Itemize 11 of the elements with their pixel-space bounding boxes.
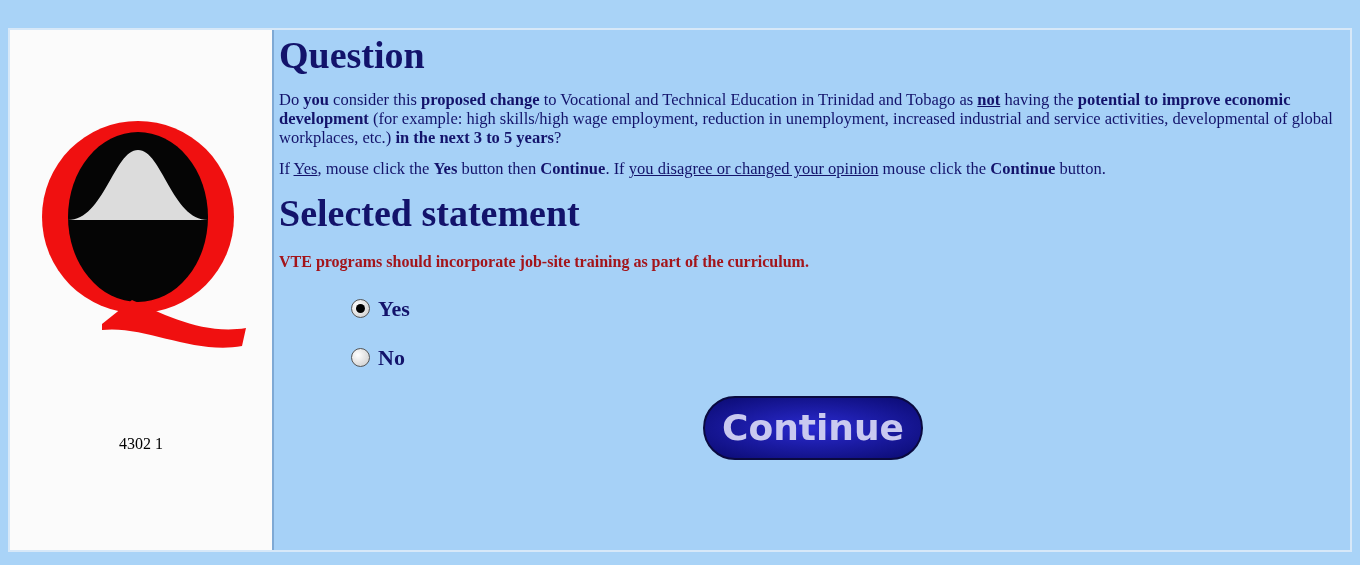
radio-option[interactable]: No xyxy=(351,341,405,374)
selected-statement: VTE programs should incorporate job-site training as part of the curriculum. xyxy=(279,252,810,273)
question-paragraph: If Yes, mouse click the Yes button then Continue. If you disagree or changed your opinion mouse click the Continue button. xyxy=(279,159,1107,178)
radio-option[interactable]: Yes xyxy=(351,292,410,325)
radio-button[interactable] xyxy=(351,348,370,367)
statement-heading: Selected statement xyxy=(279,191,581,236)
continue-button[interactable]: Continue xyxy=(703,396,923,460)
question-paragraph: Do you consider this proposed change to Vocational and Technical Education in Trinidad and Tobago as not having the potential to improve economic development (for example: high skills/high wage employment, reduction in unemployment, increased industrial and service activities, developmental of global workplaces, etc.) in the next 3 to 5 years? xyxy=(279,90,1334,147)
code-label: 4302 1 xyxy=(119,434,163,454)
question-heading: Question xyxy=(279,33,426,78)
radio-button[interactable] xyxy=(351,299,370,318)
